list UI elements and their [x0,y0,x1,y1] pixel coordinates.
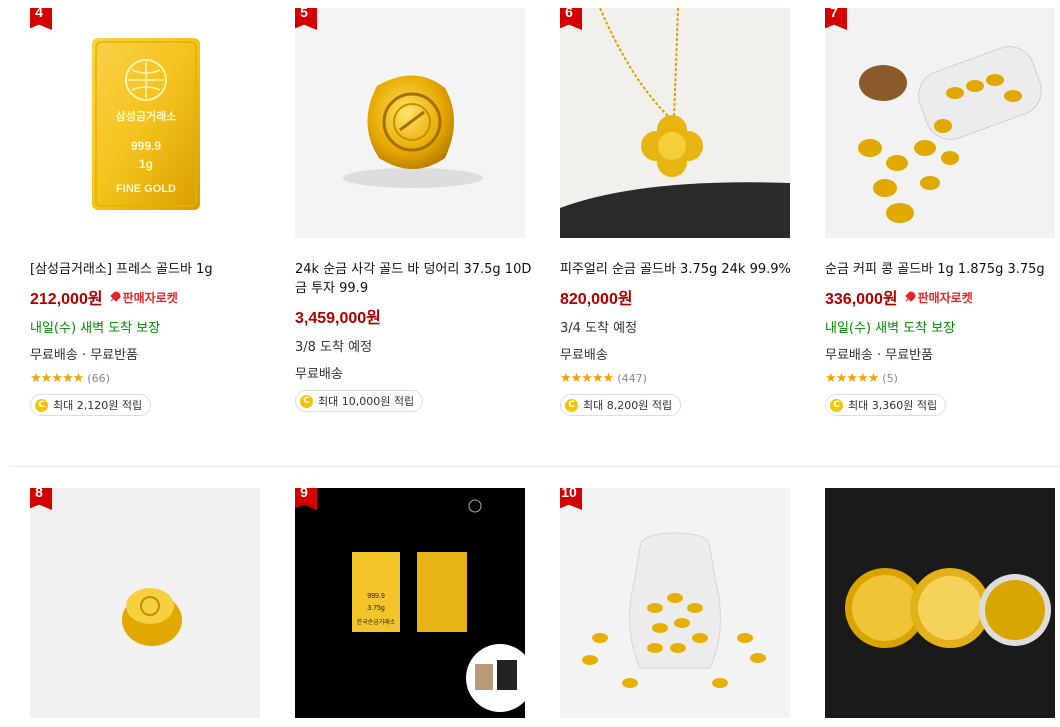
product-title[interactable]: [삼성금거래소] 프레스 골드바 1g [30,260,275,279]
product-grid: 4 삼성금거래소 999.9 1g FINE GOLD [삼성금거래소] 프레스… [0,0,1060,727]
gold-nugget-image [343,75,483,188]
product-image[interactable]: 8 [30,488,260,718]
rating: ★★★★★ (66) [30,371,110,386]
svg-text:999.9: 999.9 [131,139,161,153]
rocket-icon [904,291,916,302]
star-icons: ★★★★★ [560,371,614,386]
product-price: 336,000원 [825,291,898,308]
seller-rocket-badge: 판매자로켓 [109,289,178,306]
product-image[interactable]: 10 [560,488,790,718]
product-image[interactable] [825,488,1055,718]
product-image[interactable]: 6 [560,8,790,238]
gold-necklace-image [560,8,790,238]
product-card[interactable]: 9 999.9 3.75g 한국순금거래소 [295,488,527,718]
product-image[interactable]: 4 삼성금거래소 999.9 1g FINE GOLD [30,8,260,238]
shipping-info: 무료배송 [295,367,343,382]
reward-badge: C 최대 10,000원 적립 [295,390,424,412]
product-card[interactable]: 5 24k 순금 사각 골드 바 덩어리 37.5g 10D 금 투자 99.9… [295,8,531,412]
product-card[interactable]: 10 [560,488,792,718]
product-image[interactable]: 9 999.9 3.75g 한국순금거래소 [295,488,525,718]
svg-text:FINE GOLD: FINE GOLD [116,183,176,195]
coin-icon: C [300,394,313,408]
reward-badge: C 최대 2,120원 적립 [30,394,152,416]
gold-coins-image [845,568,1051,648]
product-price: 212,000원 [30,291,103,308]
svg-text:3.75g: 3.75g [367,605,385,612]
star-icons: ★★★★★ [825,371,879,386]
svg-text:999.9: 999.9 [367,593,385,600]
gold-coffee-beans-image [858,46,1042,223]
coin-icon: C [830,398,843,412]
gold-bar-image: 삼성금거래소 999.9 1g FINE GOLD [92,38,200,210]
gold-button-image [122,588,182,646]
shipping-info: 무료배송 [560,348,608,363]
svg-text:1g: 1g [139,157,153,171]
product-card[interactable]: 4 삼성금거래소 999.9 1g FINE GOLD [삼성금거래소] 프레스… [30,8,262,416]
product-card[interactable]: 6 피주얼리 순금 골드바 3.75g 24k 99.9% 820,000원 3… [560,8,792,416]
product-image[interactable]: 7 [825,8,1055,238]
product-card[interactable]: 7 순금 커피 콩 골드바 1g 1.875g 3.75g 336,000원 판… [825,8,1057,416]
product-card[interactable] [825,488,1057,718]
product-price: 820,000원 [560,291,633,308]
product-title[interactable]: 피주얼리 순금 골드바 3.75g 24k 99.9% [560,260,805,279]
delivery-info: 3/4 도착 예정 [560,321,638,336]
bar-brand-text: 삼성금거래소 [116,109,177,123]
svg-text:한국순금거래소: 한국순금거래소 [357,618,396,626]
reward-badge: C 최대 3,360원 적립 [825,394,947,416]
product-card[interactable]: 8 [30,488,262,718]
delivery-info: 3/8 도착 예정 [295,340,373,355]
gold-bar-pair-image: 999.9 3.75g 한국순금거래소 [352,499,525,712]
delivery-info: 내일(수) 새벽 도착 보장 [825,321,956,336]
rocket-icon [109,291,121,302]
product-image[interactable]: 5 [295,8,525,238]
product-price: 3,459,000원 [295,310,381,327]
seller-rocket-badge: 판매자로켓 [904,289,973,306]
reward-badge: C 최대 8,200원 적립 [560,394,682,416]
shipping-info: 무료배송 · 무료반품 [825,348,934,363]
product-title[interactable]: 순금 커피 콩 골드바 1g 1.875g 3.75g [825,260,1060,279]
row-divider [10,466,1060,467]
rating: ★★★★★ (447) [560,371,647,386]
product-title[interactable]: 24k 순금 사각 골드 바 덩어리 37.5g 10D 금 투자 99.9 [295,260,540,298]
coin-icon: C [565,398,578,412]
coin-icon: C [35,398,48,412]
shipping-info: 무료배송 · 무료반품 [30,348,139,363]
gold-beans-jar-image [582,532,766,688]
rating: ★★★★★ (5) [825,371,898,386]
delivery-info: 내일(수) 새벽 도착 보장 [30,321,161,336]
star-icons: ★★★★★ [30,371,84,386]
